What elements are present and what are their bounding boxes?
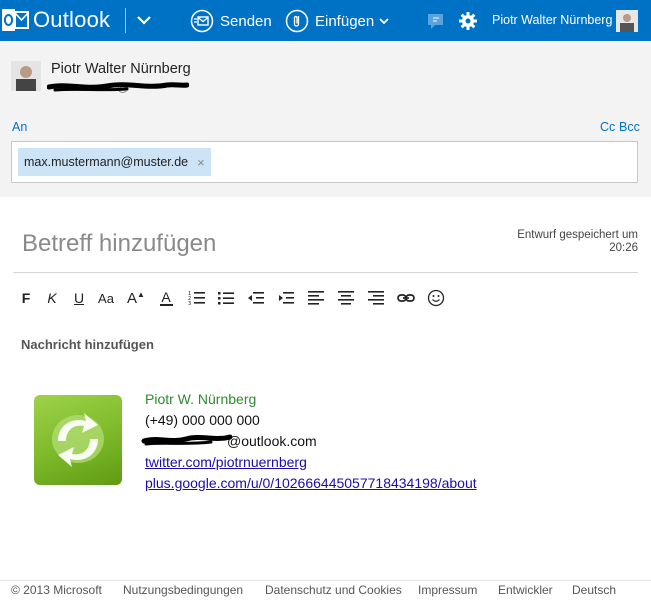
attach-icon	[285, 9, 309, 33]
grow-font-button[interactable]: A ▲	[126, 287, 146, 309]
bullet-list-icon	[218, 292, 234, 305]
footer-link-privacy[interactable]: Datenschutz und Cookies	[265, 583, 402, 597]
bcc-link[interactable]: Bcc	[619, 120, 640, 134]
outdent-icon	[248, 292, 264, 304]
avatar[interactable]	[616, 10, 638, 32]
user-name[interactable]: Piotr Walter Nürnberg	[492, 13, 612, 27]
chat-icon	[428, 14, 443, 29]
signature-phone: (+49) 000 000 000	[145, 412, 260, 428]
to-label[interactable]: An	[12, 120, 27, 134]
smiley-icon	[427, 289, 445, 307]
footer-link-developers[interactable]: Entwickler	[498, 583, 553, 597]
message-body-input[interactable]: Nachricht hinzufügen	[21, 337, 154, 352]
signature-logo	[34, 395, 122, 485]
gear-icon	[459, 12, 477, 30]
footer-link-imprint[interactable]: Impressum	[418, 583, 477, 597]
cc-link[interactable]: Cc	[600, 120, 615, 134]
divider	[13, 272, 638, 273]
emoticon-button[interactable]	[426, 287, 446, 309]
decrease-indent-button[interactable]	[246, 287, 266, 309]
send-icon	[190, 9, 214, 33]
draft-status: Entwurf gespeichert um 20:26	[517, 229, 638, 254]
chevron-down-icon	[379, 18, 389, 25]
redaction-scribble	[141, 434, 233, 446]
recipient-email: max.mustermann@muster.de	[24, 155, 189, 169]
sender-name: Piotr Walter Nürnberg	[51, 61, 191, 77]
italic-button[interactable]: K	[42, 287, 62, 309]
remove-recipient-icon[interactable]: ×	[197, 155, 205, 170]
twitter-link[interactable]: twitter.com/piotrnuernberg	[145, 452, 477, 473]
svg-text:3: 3	[188, 301, 191, 306]
subject-input[interactable]: Betreff hinzufügen	[22, 230, 216, 258]
link-icon	[397, 294, 415, 302]
divider	[125, 8, 126, 33]
divider	[0, 580, 651, 581]
align-right-icon	[368, 291, 384, 305]
align-left-button[interactable]	[306, 287, 326, 309]
increase-indent-button[interactable]	[276, 287, 296, 309]
recipient-chip[interactable]: max.mustermann@muster.de ×	[18, 148, 211, 176]
chevron-down-icon[interactable]	[135, 10, 153, 30]
font-size-button[interactable]: Aa	[96, 287, 116, 309]
footer-link-language[interactable]: Deutsch	[572, 583, 616, 597]
font-color-button[interactable]: A	[156, 287, 176, 309]
underline-button[interactable]: U	[69, 287, 89, 309]
align-left-icon	[308, 291, 324, 305]
to-field[interactable]: max.mustermann@muster.de ×	[11, 141, 638, 183]
insert-label: Einfügen	[315, 12, 375, 30]
align-center-button[interactable]	[336, 287, 356, 309]
outlook-logo-icon[interactable]	[0, 4, 30, 36]
footer-link-terms[interactable]: Nutzungsbedingungen	[123, 583, 243, 597]
numbered-list-icon: 123	[188, 291, 205, 306]
indent-icon	[279, 292, 294, 304]
sender-avatar	[11, 61, 41, 91]
app-name[interactable]: Outlook	[33, 7, 110, 33]
chat-button[interactable]	[426, 7, 452, 35]
copyright: © 2013 Microsoft	[11, 583, 102, 597]
align-right-button[interactable]	[366, 287, 386, 309]
compose-header: Piotr Walter Nürnberg @ An Cc Bcc max.mu…	[0, 41, 651, 197]
insert-button[interactable]: Einfügen	[285, 7, 390, 35]
signature-name: Piotr W. Nürnberg	[145, 391, 257, 407]
send-label: Senden	[220, 12, 272, 30]
bullet-list-button[interactable]	[216, 287, 236, 309]
google-plus-link[interactable]: plus.google.com/u/0/10266644505771843419…	[145, 473, 477, 494]
align-center-icon	[338, 291, 354, 305]
insert-link-button[interactable]	[396, 287, 416, 309]
redaction-scribble	[47, 82, 189, 92]
settings-button[interactable]	[458, 7, 484, 35]
bold-button[interactable]: F	[16, 287, 36, 309]
top-bar: Outlook Senden Einfügen Piotr Walter Nür…	[0, 0, 651, 41]
send-button[interactable]: Senden	[190, 7, 272, 35]
numbered-list-button[interactable]: 123	[187, 287, 207, 309]
footer: © 2013 Microsoft Nutzungsbedingungen Dat…	[0, 580, 651, 601]
